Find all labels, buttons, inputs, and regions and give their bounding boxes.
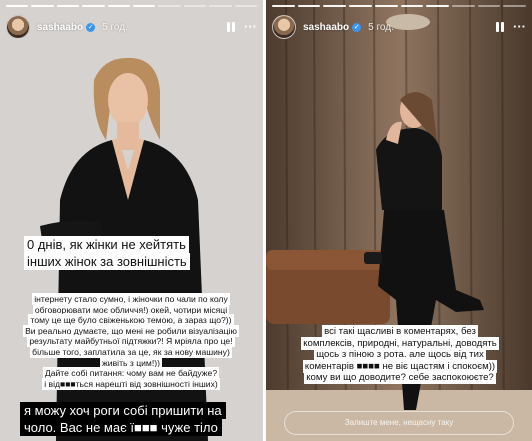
bottom-line: чоло. Вас не має ї■■■ чуже тіло: [20, 419, 222, 436]
story-right[interactable]: sashaabo ✓ 5 год. ··· всі такі щасливі в…: [266, 0, 532, 441]
progress-bar-left: [6, 5, 258, 7]
avatar[interactable]: [6, 15, 30, 39]
story-header-right: sashaabo ✓ 5 год. ···: [272, 14, 526, 40]
more-icon[interactable]: ···: [513, 20, 526, 33]
username[interactable]: sashaabo: [37, 22, 83, 33]
title-line: 0 днів, як жінки не хейтять: [24, 236, 189, 253]
avatar[interactable]: [272, 15, 296, 39]
pause-icon[interactable]: [227, 22, 235, 32]
pause-icon[interactable]: [496, 22, 504, 32]
verified-icon: ✓: [352, 22, 362, 32]
progress-bar-right: [272, 5, 527, 7]
bottom-line: я можу хоч роги собі пришити на: [20, 402, 226, 419]
username[interactable]: sashaabo: [303, 22, 349, 33]
reply-input[interactable]: Залиште мене, нещасну таку: [284, 411, 514, 435]
body-line: кому ви що доводите? себе заспокоюєте?: [304, 371, 496, 385]
verified-icon: ✓: [86, 22, 96, 32]
story-title: 0 днів, як жінки не хейтять інших жінок …: [24, 236, 224, 270]
more-icon[interactable]: ···: [244, 20, 257, 33]
timestamp: 5 год.: [368, 21, 394, 33]
story-body-text: інтернету стало сумно, і жіночки по чали…: [18, 293, 244, 390]
story-body-text: всі такі щасливі в коментарях, без компл…: [278, 325, 522, 385]
story-left[interactable]: sashaabo ✓ 5 год. ··· 0 днів, як жінки н…: [0, 0, 263, 441]
story-header-left: sashaabo ✓ 5 год. ···: [6, 14, 257, 40]
title-line: інших жінок за зовнішність: [24, 253, 190, 270]
story-bottom-caption: я можу хоч роги собі пришити на чоло. Ва…: [20, 402, 246, 436]
timestamp: 5 год.: [102, 21, 128, 33]
body-line: і від■■■ться нарешті від зовнішності інш…: [42, 377, 220, 390]
